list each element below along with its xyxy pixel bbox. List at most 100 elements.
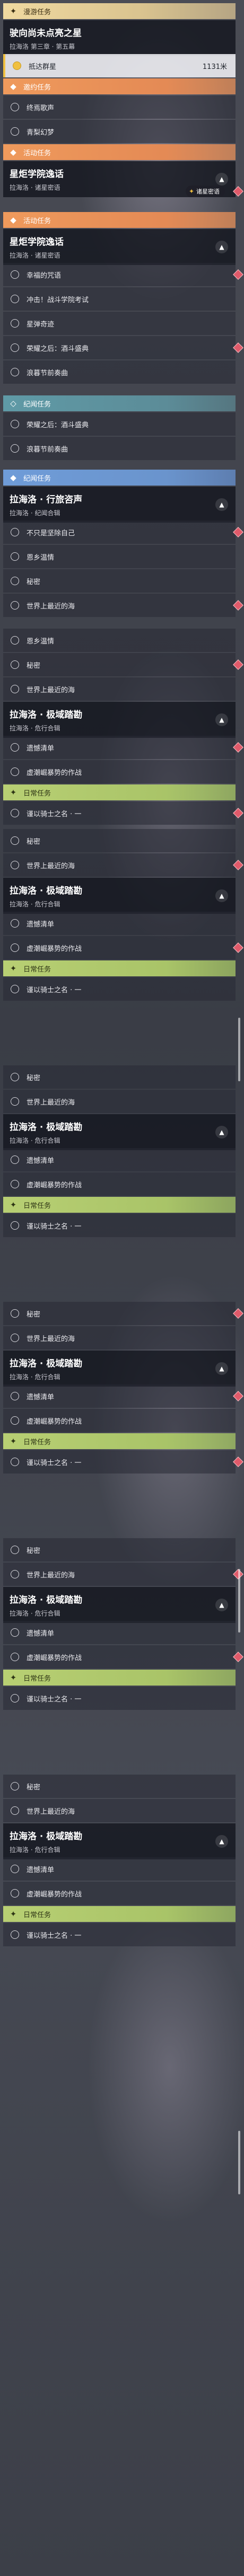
objective-item[interactable]: 谨以骑士之名 · 一 xyxy=(3,1214,236,1237)
collapse-chevron-icon[interactable]: ▲ xyxy=(215,1126,228,1139)
objective-label: 不只是坚除自己 xyxy=(27,529,75,537)
objective-item[interactable]: 遗憾清单 xyxy=(3,1384,236,1408)
quest-subtitle: 拉海洛 · 危行合辑 xyxy=(10,1137,60,1144)
category-header[interactable]: ◆ 纪闻任务 xyxy=(3,470,236,486)
scrollbar-thumb[interactable] xyxy=(238,2131,240,2194)
collapse-chevron-icon[interactable]: ▲ xyxy=(215,498,228,511)
quest-card[interactable]: 拉海洛 · 极域踏勘 拉海洛 · 危行合辑 ▲ xyxy=(3,702,236,738)
objective-item[interactable]: 浪暮节前奏曲 xyxy=(3,360,236,384)
objective-item[interactable]: 谨以骑士之名 · 一 xyxy=(3,801,236,825)
objective-label: 遗憾清单 xyxy=(27,744,55,753)
objective-item[interactable]: 虚潮崛暴势的作战 xyxy=(3,936,236,959)
quest-card[interactable]: 拉海洛 · 极域踏勘 拉海洛 · 危行合辑 ▲ xyxy=(3,878,236,914)
collapse-chevron-icon[interactable]: ▲ xyxy=(215,713,228,726)
objective-item[interactable]: 抵达群星 1131米 xyxy=(3,54,236,77)
objective-item[interactable]: 谨以骑士之名 · 一 xyxy=(3,1450,236,1474)
quest-title: 星炬学院逸话 xyxy=(10,169,64,180)
collapse-chevron-icon[interactable]: ▲ xyxy=(215,1362,228,1375)
objective-item[interactable]: 秘密 xyxy=(3,829,236,852)
quest-card[interactable]: 拉海洛 · 极域踏勘 拉海洛 · 危行合辑 ▲ xyxy=(3,1114,236,1150)
scrollbar-thumb[interactable] xyxy=(238,1569,240,1633)
category-header[interactable]: ✦ 日常任务 xyxy=(3,784,236,800)
category-header[interactable]: ✦ 日常任务 xyxy=(3,1197,236,1213)
objective-item[interactable]: 谨以骑士之名 · 一 xyxy=(3,1687,236,1710)
objective-ring-icon xyxy=(11,1097,19,1106)
background-art xyxy=(0,0,244,2576)
quest-card[interactable]: 拉海洛 · 行旅咨声 拉海洛 · 纪闻合辑 ▲ xyxy=(3,487,236,523)
category-header[interactable]: ◆ 活动任务 xyxy=(3,212,236,228)
objective-item[interactable]: 谨以骑士之名 · 一 xyxy=(3,977,236,1001)
category-header[interactable]: ◆ 活动任务 xyxy=(3,144,236,160)
collapse-chevron-icon[interactable]: ▲ xyxy=(215,1835,228,1848)
objective-item[interactable]: 虚潮崛暴势的作战 xyxy=(3,760,236,783)
objective-item[interactable]: 世界上最近的海 xyxy=(3,677,236,701)
category-header[interactable]: ✦ 日常任务 xyxy=(3,1906,236,1922)
objective-item[interactable]: 终焉歌声 xyxy=(3,95,236,119)
quest-title: 拉海洛 · 极域踏勘 xyxy=(10,1358,83,1369)
quest-card[interactable]: 星炬学院逸话 拉海洛 · 诸星密语 ▲ xyxy=(3,229,236,265)
objective-item[interactable]: 虚潮崛暴势的作战 xyxy=(3,1172,236,1196)
objective-label: 遗憾清单 xyxy=(27,1157,55,1165)
objective-item[interactable]: 遗憾清单 xyxy=(3,1148,236,1171)
objective-item[interactable]: 世界上最近的海 xyxy=(3,1799,236,1822)
objective-item[interactable]: 世界上最近的海 xyxy=(3,853,236,877)
objective-item[interactable]: 遗憾清单 xyxy=(3,912,236,935)
objective-item[interactable]: 遗憾清单 xyxy=(3,1621,236,1644)
objective-ring-icon xyxy=(11,295,19,303)
objective-item[interactable]: 恩乡温情 xyxy=(3,545,236,568)
objective-item[interactable]: 谨以骑士之名 · 一 xyxy=(3,1923,236,1946)
objective-item[interactable]: 秘密 xyxy=(3,1302,236,1325)
objective-item[interactable]: 荣耀之后：酒斗盛典 xyxy=(3,412,236,436)
objective-ring-icon xyxy=(11,601,19,610)
objective-item[interactable]: 秘密 xyxy=(3,569,236,593)
category-icon: ✦ xyxy=(10,964,17,973)
category-header[interactable]: ✦ 日常任务 xyxy=(3,1433,236,1449)
objective-item[interactable]: 世界上最近的海 xyxy=(3,1563,236,1586)
event-badge[interactable]: ✦ 诸星密语 xyxy=(185,186,225,197)
category-header[interactable]: ◆ 邀约任务 xyxy=(3,78,236,94)
collapse-chevron-icon[interactable]: ▲ xyxy=(215,889,228,902)
objective-item[interactable]: 世界上最近的海 xyxy=(3,1326,236,1349)
objective-item[interactable]: 遗憾清单 xyxy=(3,1857,236,1881)
quest-card[interactable]: 驶向尚未点亮之星 拉海洛 第三章 · 第五幕 xyxy=(3,20,236,56)
objective-item[interactable]: 星弹奇迹 xyxy=(3,312,236,335)
objective-item[interactable]: 世界上最近的海 xyxy=(3,1090,236,1113)
quest-subtitle: 拉海洛 第三章 · 第五幕 xyxy=(10,43,75,50)
objective-item[interactable]: 虚潮崛暴势的作战 xyxy=(3,1409,236,1432)
objective-label: 虚潮崛暴势的作战 xyxy=(27,945,82,953)
objective-item[interactable]: 虚潮崛暴势的作战 xyxy=(3,1882,236,1905)
quest-subtitle: 拉海洛 · 危行合辑 xyxy=(10,901,60,908)
category-header[interactable]: ✦ 漫游任务 xyxy=(3,3,236,19)
objective-item[interactable]: 遗憾清单 xyxy=(3,736,236,759)
quest-card[interactable]: 拉海洛 · 极域踏勘 拉海洛 · 危行合辑 ▲ xyxy=(3,1351,236,1387)
category-header[interactable]: ✦ 日常任务 xyxy=(3,960,236,976)
objective-item[interactable]: 秘密 xyxy=(3,1775,236,1798)
objective-item[interactable]: 恩乡温情 xyxy=(3,629,236,652)
objective-item[interactable]: 秘密 xyxy=(3,1538,236,1562)
objective-item[interactable]: 荣耀之后：酒斗盛典 xyxy=(3,336,236,359)
objective-item[interactable]: 不只是坚除自己 xyxy=(3,521,236,544)
objective-label: 世界上最近的海 xyxy=(27,1335,75,1343)
objective-item[interactable]: 幸福的咒语 xyxy=(3,263,236,286)
objective-item[interactable]: 浪暮节前奏曲 xyxy=(3,437,236,460)
objective-item[interactable]: 虚潮崛暴势的作战 xyxy=(3,1645,236,1669)
objective-label: 虚潮崛暴势的作战 xyxy=(27,1181,82,1189)
category-header[interactable]: ✦ 日常任务 xyxy=(3,1670,236,1686)
objective-item[interactable]: 世界上最近的海 xyxy=(3,594,236,617)
objective-item[interactable]: 冲击！战斗学院考试 xyxy=(3,287,236,311)
objective-ring-icon xyxy=(11,943,19,952)
objective-item[interactable]: 秘密 xyxy=(3,653,236,676)
objective-item[interactable]: 秘密 xyxy=(3,1065,236,1089)
collapse-chevron-icon[interactable]: ▲ xyxy=(215,241,228,253)
category-header[interactable]: ◇ 纪闻任务 xyxy=(3,395,236,411)
quest-subtitle: 拉海洛 · 危行合辑 xyxy=(10,1846,60,1854)
quest-card[interactable]: 拉海洛 · 极域踏勘 拉海洛 · 危行合辑 ▲ xyxy=(3,1823,236,1859)
collapse-chevron-icon[interactable]: ▲ xyxy=(215,173,228,186)
scrollbar-thumb[interactable] xyxy=(238,1018,240,1081)
objective-label: 世界上最近的海 xyxy=(27,1807,75,1816)
objective-item[interactable]: 青梨幻梦 xyxy=(3,120,236,143)
quest-subtitle: 拉海洛 · 危行合辑 xyxy=(10,1373,60,1381)
quest-card[interactable]: 拉海洛 · 极域踏勘 拉海洛 · 危行合辑 ▲ xyxy=(3,1587,236,1623)
collapse-chevron-icon[interactable]: ▲ xyxy=(215,1599,228,1611)
objective-label: 青梨幻梦 xyxy=(27,128,55,137)
